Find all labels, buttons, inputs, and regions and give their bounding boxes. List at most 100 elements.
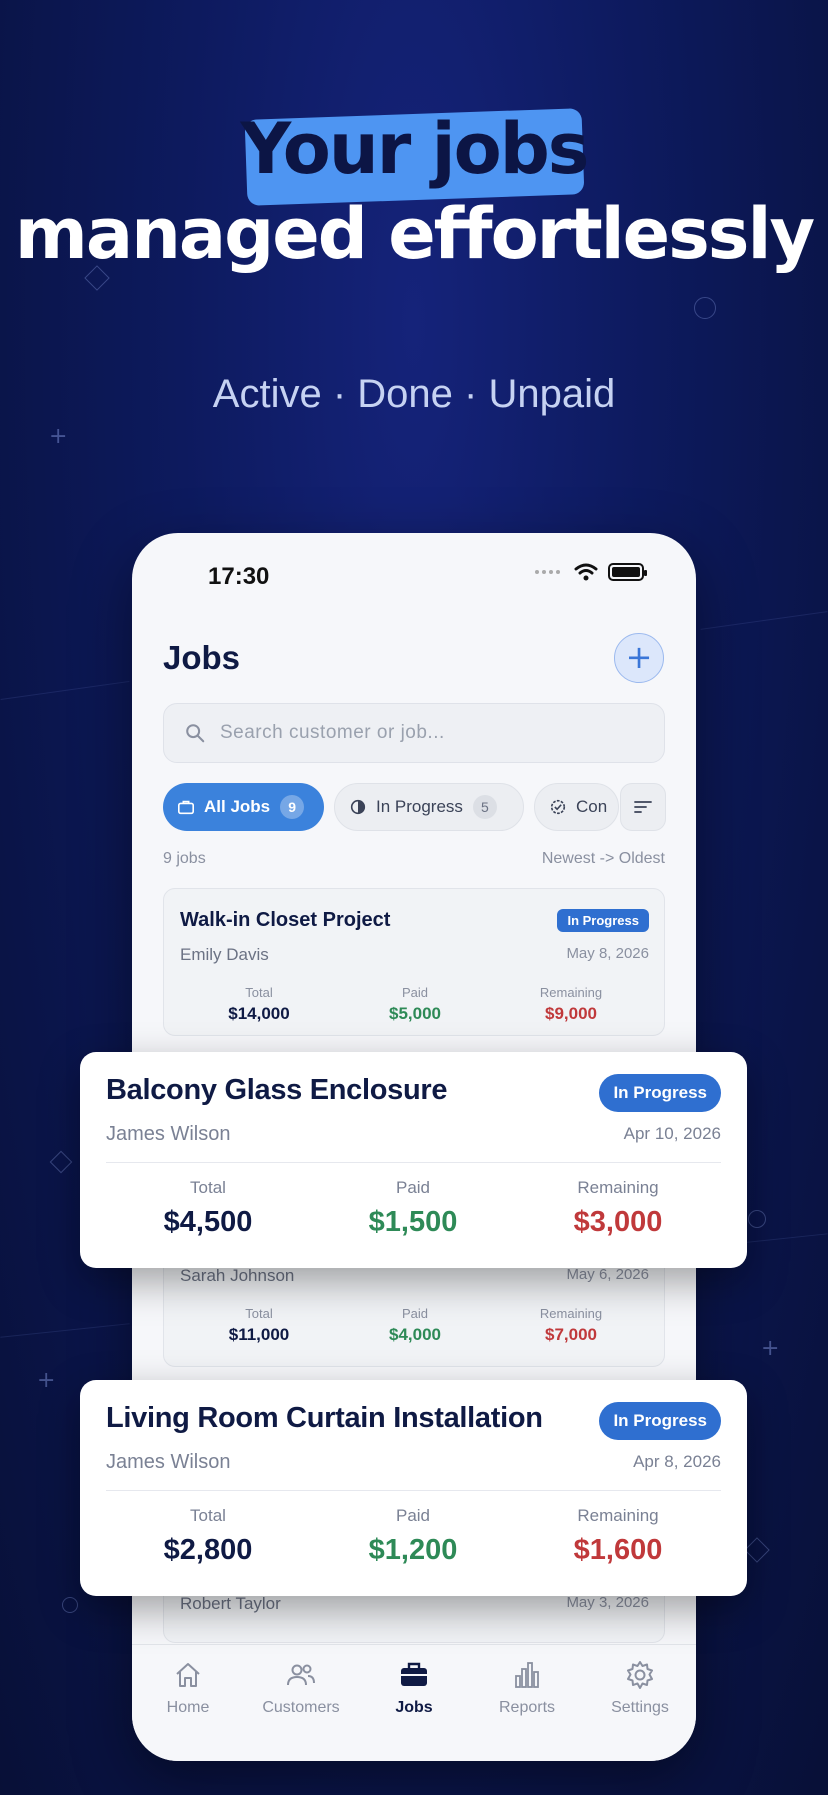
job-title: Balcony Glass Enclosure	[106, 1074, 448, 1106]
total-column: Total $4,500	[108, 1178, 308, 1239]
job-card-featured[interactable]: Balcony Glass Enclosure In Progress Jame…	[80, 1052, 747, 1268]
tab-reports[interactable]: Reports	[471, 1659, 583, 1717]
paid-column: Paid $1,200	[313, 1506, 513, 1567]
remaining-value: $3,000	[573, 1206, 663, 1238]
sort-order-label[interactable]: Newest -> Oldest	[542, 850, 665, 868]
hero-subtitle: Active · Done · Unpaid	[212, 372, 616, 416]
remaining-column: Remaining $9,000	[501, 985, 641, 1024]
job-card-featured[interactable]: Living Room Curtain Installation In Prog…	[80, 1380, 747, 1596]
background-line	[0, 680, 130, 701]
chip-label: In Progress	[376, 797, 463, 816]
circle-decoration	[694, 297, 716, 319]
tab-bar: Home Customers Jobs Reports Settings	[132, 1644, 696, 1761]
diamond-decoration	[49, 1150, 73, 1174]
job-date: May 3, 2026	[566, 1594, 649, 1611]
page-title: Jobs	[163, 639, 241, 676]
paid-value: $4,000	[389, 1325, 441, 1344]
signal-icon	[535, 570, 560, 574]
sort-icon	[634, 801, 652, 813]
paid-value: $1,200	[368, 1534, 458, 1566]
bar-chart-icon	[515, 1662, 539, 1688]
paid-column: Paid $4,000	[345, 1306, 485, 1345]
job-customer: James Wilson	[106, 1123, 231, 1145]
total-label: Total	[245, 985, 273, 1000]
job-title: Walk-in Closet Project	[180, 909, 391, 931]
job-customer: Emily Davis	[180, 945, 269, 964]
diamond-decoration	[744, 1537, 770, 1563]
users-icon	[287, 1664, 315, 1686]
remaining-value: $1,600	[573, 1534, 663, 1566]
background-line	[0, 1323, 130, 1338]
chip-label: All Jobs	[204, 797, 271, 816]
total-value: $2,800	[163, 1534, 253, 1566]
home-icon	[176, 1663, 200, 1687]
remaining-value: $9,000	[545, 1004, 597, 1023]
check-circle-icon	[550, 799, 566, 815]
paid-column: Paid $5,000	[345, 985, 485, 1024]
sort-button[interactable]	[620, 783, 666, 831]
chip-label: Con	[576, 797, 608, 816]
briefcase-icon	[401, 1662, 427, 1686]
status-badge: In Progress	[599, 1074, 721, 1112]
tab-settings[interactable]: Settings	[584, 1659, 696, 1717]
total-label: Total	[190, 1178, 226, 1197]
remaining-label: Remaining	[539, 985, 603, 1000]
remaining-label: Remaining	[577, 1506, 659, 1525]
job-date: May 8, 2026	[566, 945, 649, 962]
status-icons	[535, 563, 647, 581]
total-column: Total $11,000	[189, 1306, 329, 1345]
search-icon	[186, 724, 205, 743]
paid-label: Paid	[401, 1306, 429, 1321]
circle-decoration	[748, 1210, 766, 1228]
paid-label: Paid	[395, 1506, 431, 1525]
total-column: Total $14,000	[189, 985, 329, 1024]
tab-label: Customers	[262, 1699, 340, 1716]
remaining-column: Remaining $1,600	[518, 1506, 718, 1567]
gear-icon	[627, 1661, 653, 1689]
briefcase-icon	[177, 800, 195, 815]
filter-chip-in-progress[interactable]: In Progress 5	[334, 783, 524, 831]
tab-customers[interactable]: Customers	[245, 1659, 357, 1717]
job-customer: Sarah Johnson	[180, 1266, 295, 1285]
total-value: $4,500	[163, 1206, 253, 1238]
chip-count: 9	[280, 795, 305, 819]
job-card[interactable]: Walk-in Closet Project In Progress Emily…	[163, 888, 665, 1036]
tab-label: Home	[166, 1699, 210, 1716]
wifi-icon	[574, 563, 598, 581]
search-input[interactable]: Search customer or job...	[163, 703, 665, 763]
filter-chip-all-jobs[interactable]: All Jobs 9	[163, 783, 324, 831]
add-job-button[interactable]: +	[614, 633, 664, 683]
remaining-column: Remaining $3,000	[518, 1178, 718, 1239]
total-value: $11,000	[228, 1325, 290, 1344]
paid-value: $1,500	[368, 1206, 458, 1238]
remaining-label: Remaining	[577, 1178, 659, 1197]
job-title: Living Room Curtain Installation	[106, 1402, 543, 1434]
divider	[106, 1490, 721, 1491]
plus-decoration: +	[761, 1336, 780, 1361]
job-date: Apr 8, 2026	[633, 1452, 721, 1471]
remaining-column: Remaining $7,000	[501, 1306, 641, 1345]
filter-chip-completed[interactable]: Con	[534, 783, 619, 831]
total-column: Total $2,800	[108, 1506, 308, 1567]
divider	[106, 1162, 721, 1163]
job-date: Apr 10, 2026	[623, 1124, 721, 1143]
hero-highlight-text: Your jobs	[240, 108, 590, 190]
job-customer: Robert Taylor	[180, 1594, 281, 1613]
paid-label: Paid	[395, 1178, 431, 1197]
jobs-count: 9 jobs	[163, 850, 206, 867]
paid-label: Paid	[401, 985, 429, 1000]
job-customer: James Wilson	[106, 1451, 231, 1473]
tab-home[interactable]: Home	[132, 1659, 244, 1717]
total-value: $14,000	[228, 1004, 290, 1023]
background-line	[700, 611, 828, 630]
tab-jobs[interactable]: Jobs	[358, 1659, 470, 1717]
chip-count: 5	[472, 795, 497, 819]
circle-decoration	[62, 1597, 78, 1613]
paid-column: Paid $1,500	[313, 1178, 513, 1239]
plus-decoration: +	[37, 1368, 56, 1393]
total-label: Total	[190, 1506, 226, 1525]
total-label: Total	[245, 1306, 273, 1321]
tab-label: Reports	[498, 1699, 556, 1716]
status-badge: In Progress	[599, 1402, 721, 1440]
hero-headline: managed effortlessly	[14, 193, 815, 275]
